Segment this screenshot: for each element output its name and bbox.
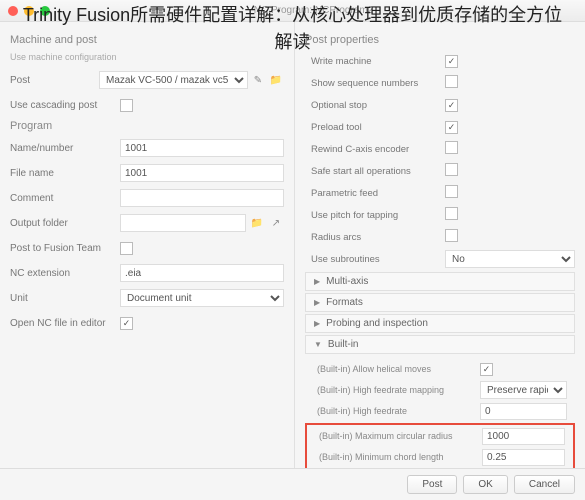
param-checkbox[interactable] <box>445 185 458 198</box>
ok-button[interactable]: OK <box>463 475 507 494</box>
highlighted-settings: (Built-in) Maximum circular radius (Buil… <box>305 423 575 468</box>
bi-minchord-label: (Built-in) Minimum chord length <box>307 452 482 462</box>
accordion-probing-label: Probing and inspection <box>326 318 428 329</box>
accordion-multiaxis-label: Multi-axis <box>326 276 368 287</box>
post-select[interactable]: Mazak VC-500 / mazak vc5 <box>99 71 248 89</box>
chevron-right-icon: ▶ <box>314 319 320 328</box>
bi-highfeed-input[interactable] <box>480 403 567 420</box>
program-section-title: Program <box>10 120 284 132</box>
ext-input[interactable] <box>120 264 284 282</box>
name-row: Name/number <box>10 138 284 158</box>
bi-maxrad-label: (Built-in) Maximum circular radius <box>307 431 482 441</box>
unit-row: Unit Document unit <box>10 288 284 308</box>
close-icon[interactable] <box>8 6 18 16</box>
dialog-content: Machine and post Use machine configurati… <box>0 22 585 468</box>
bi-feedmap-select[interactable]: Preserve rapid moven <box>480 381 567 399</box>
post-label: Post <box>10 75 99 86</box>
cascading-row: Use cascading post <box>10 95 284 115</box>
open-checkbox[interactable] <box>120 317 133 330</box>
cascading-label: Use cascading post <box>10 100 120 111</box>
showseq-label: Show sequence numbers <box>305 78 445 89</box>
chevron-right-icon: ▶ <box>314 277 320 286</box>
output-input[interactable] <box>120 214 246 232</box>
writemach-label: Write machine <box>305 56 445 67</box>
folder-icon[interactable]: 📁 <box>268 72 284 88</box>
bi-minchord-input[interactable] <box>482 449 565 466</box>
accordion-formats-label: Formats <box>326 297 363 308</box>
unit-label: Unit <box>10 293 120 304</box>
unit-select[interactable]: Document unit <box>120 289 284 307</box>
left-panel: Machine and post Use machine configurati… <box>0 22 295 468</box>
accordion-builtin[interactable]: ▼ Built-in <box>305 335 575 354</box>
radius-checkbox[interactable] <box>445 229 458 242</box>
comment-input[interactable] <box>120 189 284 207</box>
pitch-label: Use pitch for tapping <box>305 210 445 221</box>
team-checkbox[interactable] <box>120 242 133 255</box>
post-row: Post Mazak VC-500 / mazak vc5 ✎ 📁 <box>10 70 284 90</box>
radius-label: Radius arcs <box>305 232 445 243</box>
open-row: Open NC file in editor <box>10 313 284 333</box>
bi-helical-label: (Built-in) Allow helical moves <box>305 364 480 374</box>
post-button[interactable]: Post <box>407 475 457 494</box>
chevron-down-icon: ▼ <box>314 340 322 349</box>
accordion-builtin-label: Built-in <box>328 339 359 350</box>
team-row: Post to Fusion Team <box>10 238 284 258</box>
open-label: Open NC file in editor <box>10 318 120 329</box>
showseq-checkbox[interactable] <box>445 75 458 88</box>
bi-maxrad-input[interactable] <box>482 428 565 445</box>
open-folder-icon[interactable]: ↗ <box>268 215 284 231</box>
builtin-content: (Built-in) Allow helical moves (Built-in… <box>305 356 575 468</box>
subr-label: Use subroutines <box>305 254 445 265</box>
cascading-checkbox[interactable] <box>120 99 133 112</box>
cancel-button[interactable]: Cancel <box>514 475 575 494</box>
browse-folder-icon[interactable]: 📁 <box>249 215 265 231</box>
file-row: File name <box>10 163 284 183</box>
accordion-probing[interactable]: ▶ Probing and inspection <box>305 314 575 333</box>
rewind-checkbox[interactable] <box>445 141 458 154</box>
file-label: File name <box>10 168 120 179</box>
team-label: Post to Fusion Team <box>10 243 120 254</box>
optstop-checkbox[interactable] <box>445 99 458 112</box>
output-row: Output folder 📁 ↗ <box>10 213 284 233</box>
optstop-label: Optional stop <box>305 100 445 111</box>
safestart-checkbox[interactable] <box>445 163 458 176</box>
dialog-window: NC Program: NCProgram2 Machine and post … <box>0 0 585 500</box>
overlay-heading: Trinity Fusion所需硬件配置详解：从核心处理器到优质存储的全方位解读 <box>20 2 565 56</box>
name-input[interactable] <box>120 139 284 157</box>
preload-checkbox[interactable] <box>445 121 458 134</box>
comment-label: Comment <box>10 193 120 204</box>
accordion-multiaxis[interactable]: ▶ Multi-axis <box>305 272 575 291</box>
param-label: Parametric feed <box>305 188 445 199</box>
writemach-checkbox[interactable] <box>445 55 458 68</box>
button-bar: Post OK Cancel <box>0 468 585 500</box>
bi-helical-checkbox[interactable] <box>480 363 493 376</box>
ext-label: NC extension <box>10 268 120 279</box>
edit-icon[interactable]: ✎ <box>250 72 266 88</box>
rewind-label: Rewind C-axis encoder <box>305 144 445 155</box>
ext-row: NC extension <box>10 263 284 283</box>
right-panel: Post properties Write machine Show seque… <box>295 22 585 468</box>
bi-feedmap-label: (Built-in) High feedrate mapping <box>305 385 480 395</box>
pitch-checkbox[interactable] <box>445 207 458 220</box>
preload-label: Preload tool <box>305 122 445 133</box>
output-label: Output folder <box>10 218 120 229</box>
bi-highfeed-label: (Built-in) High feedrate <box>305 406 480 416</box>
name-label: Name/number <box>10 143 120 154</box>
accordion-formats[interactable]: ▶ Formats <box>305 293 575 312</box>
chevron-right-icon: ▶ <box>314 298 320 307</box>
comment-row: Comment <box>10 188 284 208</box>
file-input[interactable] <box>120 164 284 182</box>
subr-select[interactable]: No <box>445 250 575 268</box>
safestart-label: Safe start all operations <box>305 166 445 177</box>
